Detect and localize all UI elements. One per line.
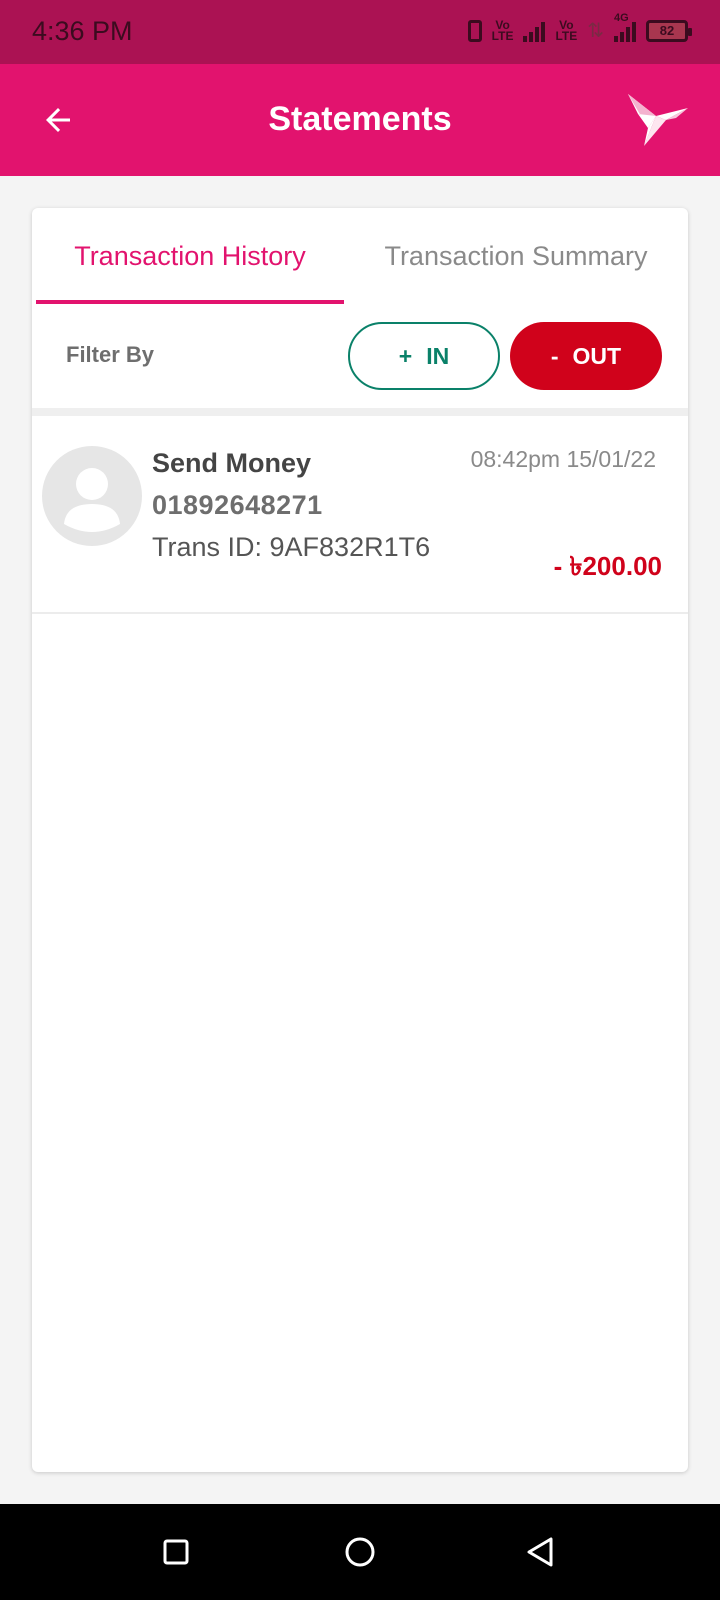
tab-transaction-summary[interactable]: Transaction Summary <box>344 208 688 304</box>
status-icons: Vo LTE Vo LTE ⇅ 4G 82 <box>467 12 692 43</box>
app-bar: Statements <box>0 64 720 176</box>
statements-card: Transaction History Transaction Summary … <box>32 208 688 1472</box>
minus-icon: - <box>550 342 559 369</box>
filter-in-label: IN <box>426 342 450 369</box>
plus-icon: + <box>398 342 413 369</box>
triangle-back-icon <box>527 1537 553 1567</box>
volte-icon-2: Vo LTE <box>555 17 578 43</box>
filter-out-label: OUT <box>572 342 622 369</box>
battery-level: 82 <box>659 23 675 38</box>
tab-bar: Transaction History Transaction Summary <box>32 208 688 304</box>
home-button[interactable] <box>340 1532 380 1572</box>
signal-icon-2: 4G <box>614 12 636 42</box>
filter-out-button[interactable]: - OUT <box>510 322 662 390</box>
network-type-label: 4G <box>614 11 629 24</box>
filter-in-button[interactable]: + IN <box>348 322 500 390</box>
transaction-row[interactable]: Send Money 01892648271 Trans ID: 9AF832R… <box>32 416 688 614</box>
page-title: Statements <box>268 100 452 138</box>
transaction-type: Send Money <box>152 448 312 478</box>
back-nav-button[interactable] <box>520 1532 560 1572</box>
circle-icon <box>345 1537 375 1567</box>
vibrate-icon <box>467 19 482 42</box>
transaction-amount: - ৳200.00 <box>553 551 662 581</box>
transaction-id: Trans ID: 9AF832R1T6 <box>152 532 431 562</box>
square-icon <box>163 1539 189 1565</box>
status-time: 4:36 PM <box>32 16 133 46</box>
status-bar: 4:36 PM Vo LTE Vo LTE ⇅ 4G 82 <box>0 0 720 64</box>
recents-button[interactable] <box>156 1532 196 1572</box>
transaction-time: 08:42pm 15/01/22 <box>470 446 656 472</box>
battery-icon: 82 <box>646 19 692 42</box>
transaction-number: 01892648271 <box>152 490 323 520</box>
system-nav-bar <box>0 1504 720 1600</box>
divider <box>32 408 688 416</box>
avatar-icon <box>42 446 142 546</box>
bkash-logo-icon <box>628 94 688 146</box>
filter-label: Filter By <box>66 342 155 367</box>
volte-icon-1: Vo LTE <box>491 17 514 43</box>
tab-transaction-history[interactable]: Transaction History <box>36 208 344 304</box>
filter-row: Filter By + IN - OUT <box>32 304 688 408</box>
signal-icon-1 <box>523 20 546 42</box>
data-arrows-icon: ⇅ <box>587 20 604 42</box>
